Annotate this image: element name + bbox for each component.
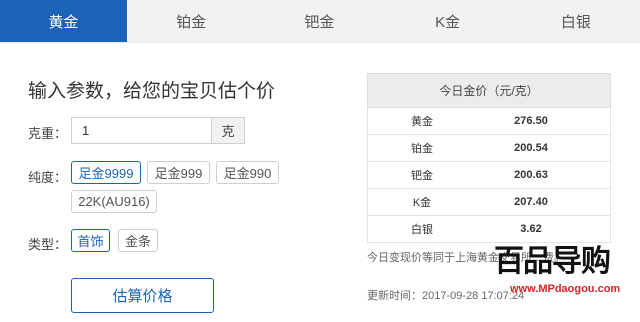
weight-input[interactable] <box>71 117 212 144</box>
price-name: K金 <box>412 197 432 209</box>
table-row: K金 207.40 <box>367 189 611 216</box>
price-value: 276.50 <box>514 115 548 127</box>
purity-option-990[interactable]: 足金990 <box>216 161 279 184</box>
purity-option-22k[interactable]: 22K(AU916) <box>71 190 157 213</box>
weight-label: 克重： <box>28 126 68 141</box>
purity-label: 纯度： <box>28 170 68 185</box>
type-option-jewelry[interactable]: 首饰 <box>71 229 110 252</box>
purity-option-9999[interactable]: 足金9999 <box>71 161 141 184</box>
watermark-logo: 百品导购 <box>494 245 611 278</box>
tab-k-gold[interactable]: K金 <box>384 0 512 42</box>
watermark: 百品导购 www.MPdaogou.com <box>494 236 640 308</box>
form-heading: 输入参数，给您的宝贝估个价 <box>28 81 276 102</box>
price-value: 207.40 <box>514 196 548 208</box>
tab-silver[interactable]: 白银 <box>512 0 640 42</box>
table-row: 钯金 200.63 <box>367 162 611 189</box>
tab-gold[interactable]: 黄金 <box>0 0 127 42</box>
price-table-title: 今日金价（元/克） <box>367 73 611 108</box>
price-name: 铂金 <box>411 143 433 155</box>
type-label: 类型： <box>28 237 68 252</box>
type-option-bar[interactable]: 金条 <box>118 229 158 252</box>
estimate-price-button[interactable]: 估算价格 <box>71 278 214 313</box>
watermark-url: www.MPdaogou.com <box>510 283 621 295</box>
price-value: 200.54 <box>514 142 548 154</box>
price-name: 钯金 <box>411 170 433 182</box>
metal-tabs: 黄金 铂金 钯金 K金 白银 <box>0 0 640 43</box>
price-value: 3.62 <box>520 223 542 235</box>
table-row: 铂金 200.54 <box>367 135 611 162</box>
purity-option-999[interactable]: 足金999 <box>147 161 210 184</box>
table-row: 黄金 276.50 <box>367 108 611 135</box>
tab-palladium[interactable]: 钯金 <box>255 0 383 42</box>
estimate-form: 输入参数，给您的宝贝估个价 克重： 克 纯度： 足金9999 足金999 足金9… <box>28 43 348 322</box>
tab-platinum[interactable]: 铂金 <box>127 0 255 42</box>
weight-unit: 克 <box>211 117 245 144</box>
today-price-table: 今日金价（元/克） 黄金 276.50 铂金 200.54 钯金 200.63 … <box>367 73 611 243</box>
price-name: 黄金 <box>411 116 433 128</box>
price-value: 200.63 <box>514 169 548 181</box>
price-name: 白银 <box>411 224 433 236</box>
